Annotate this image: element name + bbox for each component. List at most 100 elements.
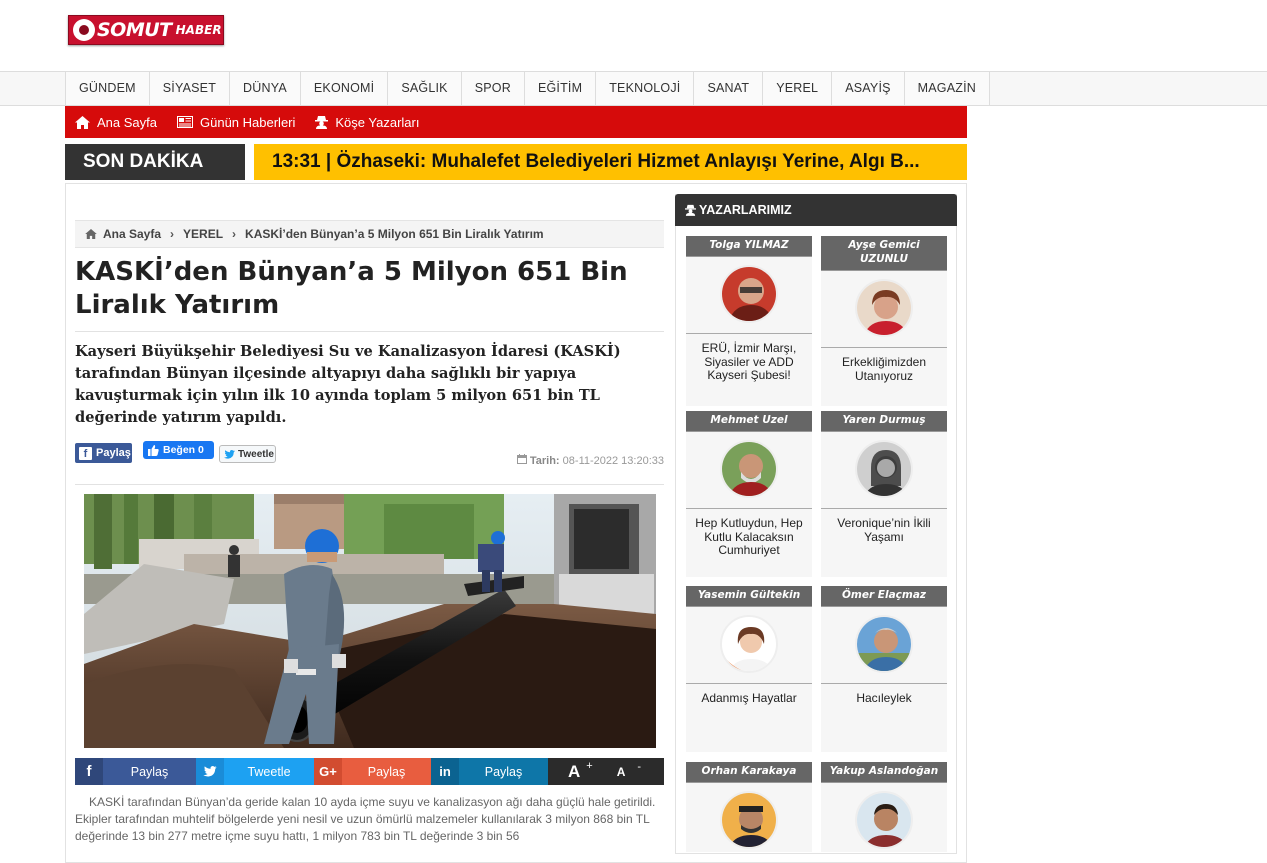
quick-link-daily-news[interactable]: Günün Haberleri [177,115,295,130]
facebook-share-bar-button[interactable]: f Paylaş [75,758,196,785]
author-card[interactable]: Mehmet Uzel Hep Kutluydun, Hep Kutlu Kal… [686,411,812,577]
article-date-label: Tarih: [529,455,560,467]
avatar [720,440,778,498]
nav-item-teknoloji[interactable]: TEKNOLOJİ [596,72,695,105]
article-share-bar: f Paylaş Tweetle G+ Paylaş in Paylaş A +… [75,758,664,785]
nav-item-siyaset[interactable]: SİYASET [149,72,231,105]
avatar [855,279,913,337]
logo-text-main: SOMUT [97,19,172,41]
avatar [855,615,913,673]
author-name: Yasemin Gültekin [686,586,812,607]
author-name: Tolga YILMAZ [686,236,812,257]
font-decrease-button[interactable]: A [617,765,626,779]
avatar [855,791,913,849]
author-name: Ömer Elaçmaz [821,586,947,607]
logo-text-sub: HABER [175,23,222,37]
sidebar-title: YAZARLARIMIZ [675,194,957,226]
font-decrease-minus: - [637,760,642,773]
nav-item-egitim[interactable]: EĞİTİM [524,72,597,105]
font-size-controls: A + A - [548,758,664,785]
newspaper-icon [177,116,193,128]
article-date: Tarih: 08-11-2022 13:20:33 [516,454,664,467]
thumbs-up-icon [148,444,159,456]
avatar [720,791,778,849]
nav-item-magazin[interactable]: MAGAZİN [904,72,991,105]
calendar-icon [516,454,527,464]
nav-item-ekonomi[interactable]: EKONOMİ [300,72,389,105]
google-share-bar-button[interactable]: G+ Paylaş [314,758,431,785]
facebook-icon: f [79,446,92,460]
social-buttons-row: f Paylaş Beğen 0 Tweetle Tarih: 08-11-20… [75,441,664,471]
author-latest-post: Veronique’nin İkili Yaşamı [837,516,931,544]
author-name: Ayşe Gemici UZUNLU [821,236,947,271]
author-name: Yaren Durmuş [821,411,947,432]
nav-item-saglik[interactable]: SAĞLIK [388,72,462,105]
tweet-label: Tweetle [238,448,274,460]
facebook-icon: f [75,758,103,785]
breaking-news-label: SON DAKİKA [65,144,245,180]
nav-item-sanat[interactable]: SANAT [694,72,764,105]
author-card[interactable]: Yakup Aslandoğan [821,762,947,852]
quick-link-columnists[interactable]: Köşe Yazarları [315,115,419,130]
author-card[interactable]: Tolga YILMAZ ERÜ, İzmir Marşı, Siyasiler… [686,236,812,406]
facebook-like-label: Beğen 0 [163,444,204,456]
avatar [720,265,778,323]
google-share-bar-label: Paylaş [367,764,406,779]
google-plus-icon: G+ [314,758,342,785]
nav-item-asayis[interactable]: ASAYİŞ [832,72,905,105]
home-icon [75,115,90,129]
linkedin-share-bar-button[interactable]: in Paylaş [431,758,548,785]
twitter-bird-icon [196,758,224,785]
quick-link-columnists-label: Köşe Yazarları [335,114,420,130]
author-name: Mehmet Uzel [686,411,812,432]
quick-links-bar: Ana Sayfa Günün Haberleri Köşe Yazarları [65,106,967,138]
nav-item-yerel[interactable]: YEREL [763,72,833,105]
sidebar-title-label: YAZARLARIMIZ [699,203,792,217]
avatar [720,615,778,673]
tweet-button[interactable]: Tweetle [219,445,276,463]
quick-link-daily-news-label: Günün Haberleri [200,114,296,130]
article-summary: Kayseri Büyükşehir Belediyesi Su ve Kana… [75,343,621,426]
quick-link-home[interactable]: Ana Sayfa [75,115,157,130]
author-card[interactable]: Ayşe Gemici UZUNLU Erkekliğimizden Utanı… [821,236,947,406]
site-header: SOMUT HABER [0,0,1267,72]
author-card[interactable]: Yasemin Gültekin Adanmış Hayatlar [686,586,812,752]
breaking-news-ticker[interactable]: 13:31 | Özhaseki: Muhalefet Belediyeleri… [254,144,967,180]
font-increase-plus: + [586,759,593,772]
quick-link-home-label: Ana Sayfa [97,114,157,130]
author-card[interactable]: Yaren Durmuş Veronique’nin İkili Yaşamı [821,411,947,577]
author-name: Orhan Karakaya [686,762,812,783]
author-latest-post: Hep Kutluydun, Hep Kutlu Kalacaksın Cumh… [695,516,803,557]
nav-item-gundem[interactable]: GÜNDEM [66,72,150,105]
author-latest-post: Adanmış Hayatlar [701,691,797,705]
author-card[interactable]: Orhan Karakaya [686,762,812,852]
chevron-right-icon: › [170,227,175,241]
breadcrumb-home[interactable]: Ana Sayfa [103,227,161,241]
facebook-like-button[interactable]: Beğen 0 [143,441,214,459]
article-title: KASKİ’den Bünyan’a 5 Milyon 651 Bin Lira… [75,257,628,320]
chevron-right-icon: › [232,227,237,241]
author-name: Yakup Aslandoğan [821,762,947,783]
logo-mark-icon [73,19,95,41]
nav-item-spor[interactable]: SPOR [461,72,525,105]
nav-list: GÜNDEM SİYASET DÜNYA EKONOMİ SAĞLIK SPOR… [65,72,991,105]
author-latest-post: Hacıleylek [856,691,912,705]
site-logo[interactable]: SOMUT HABER [68,15,224,45]
linkedin-icon: in [431,758,459,785]
nav-item-dunya[interactable]: DÜNYA [230,72,301,105]
article-body: KASKİ tarafından Bünyan’da geride kalan … [75,795,656,843]
font-increase-button[interactable]: A [568,762,580,782]
facebook-share-button[interactable]: f Paylaş [75,443,132,463]
divider [75,331,664,332]
facebook-share-label: Paylaş [96,447,131,459]
linkedin-share-bar-label: Paylaş [484,764,523,779]
breadcrumb-section[interactable]: YEREL [183,227,223,241]
user-secret-icon [315,116,329,129]
facebook-share-bar-label: Paylaş [130,764,169,779]
twitter-share-bar-button[interactable]: Tweetle [196,758,314,785]
divider [75,484,664,485]
breadcrumb-current: KASKİ’den Bünyan’a 5 Milyon 651 Bin Lira… [245,227,544,241]
twitter-bird-icon [224,449,235,459]
author-card[interactable]: Ömer Elaçmaz Hacıleylek [821,586,947,752]
article-image [84,494,656,748]
